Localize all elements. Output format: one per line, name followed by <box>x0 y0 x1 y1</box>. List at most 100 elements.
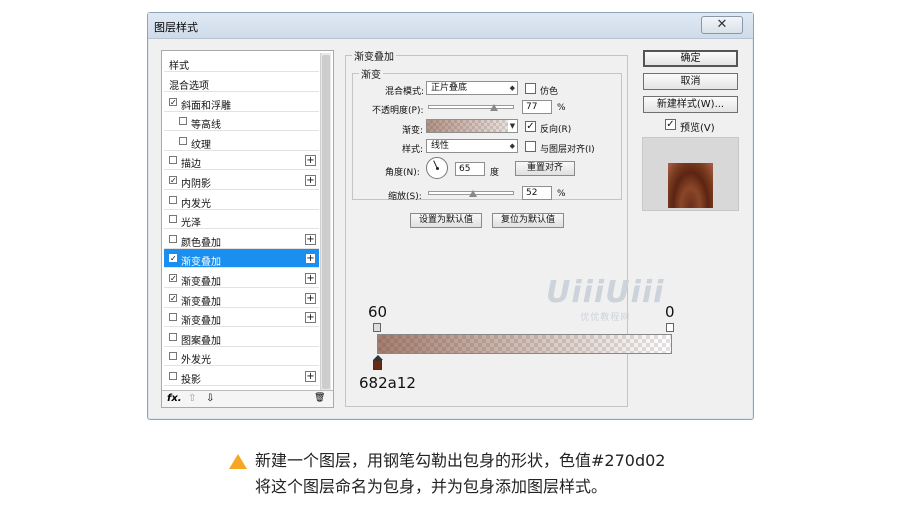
caption-line-2: 将这个图层命名为包身，并为包身添加图层样式。 <box>255 477 608 496</box>
styles-scrollbar[interactable] <box>320 53 331 391</box>
style-item[interactable]: 混合选项 <box>164 73 319 92</box>
style-item-label: 斜面和浮雕 <box>181 100 231 112</box>
style-select[interactable]: 线性 ◆ <box>426 139 518 153</box>
color-stop[interactable] <box>373 355 383 370</box>
angle-dial[interactable] <box>426 157 448 179</box>
move-up-icon[interactable]: ⇧ <box>188 393 196 404</box>
right-opacity-value: 0 <box>665 303 675 321</box>
blend-mode-select[interactable]: 正片叠底 ◆ <box>426 81 518 95</box>
style-item-label: 外发光 <box>181 355 211 367</box>
style-item-label: 渐变叠加 <box>181 277 221 288</box>
style-item[interactable]: ✓ 内阴影 + <box>164 171 319 190</box>
style-item-label: 混合选项 <box>169 81 209 92</box>
styles-header[interactable]: 样式 <box>164 53 319 72</box>
style-item[interactable]: 颜色叠加 + <box>164 230 319 249</box>
ok-button[interactable]: 确定 <box>643 50 738 67</box>
add-effect-icon[interactable]: + <box>305 175 316 186</box>
opacity-slider-knob[interactable] <box>490 104 499 111</box>
subgroup-title: 渐变 <box>359 66 383 81</box>
move-down-icon[interactable]: ⇩ <box>206 393 214 404</box>
style-item-checkbox[interactable] <box>169 156 177 165</box>
align-with-layer-checkbox[interactable] <box>525 141 536 152</box>
scale-slider-knob[interactable] <box>468 190 477 197</box>
blend-mode-label: 混合模式: <box>385 87 425 97</box>
preview-checkbox[interactable]: ✓ <box>665 119 676 130</box>
add-effect-icon[interactable]: + <box>305 273 316 284</box>
add-effect-icon[interactable]: + <box>305 233 316 245</box>
styles-footer: fx. ⇧ ⇩ 🗑 <box>162 390 333 407</box>
style-item[interactable]: 等高线 <box>164 112 319 132</box>
style-item[interactable]: 描边 + <box>164 151 319 171</box>
dither-checkbox[interactable] <box>525 83 536 94</box>
color-stop-hex: 682a12 <box>359 374 416 392</box>
add-effect-icon[interactable]: + <box>305 371 316 382</box>
style-item[interactable]: ✓ 渐变叠加 + <box>164 269 319 288</box>
cancel-button[interactable]: 取消 <box>643 73 738 90</box>
left-opacity-value: 60 <box>368 303 388 321</box>
opacity-input[interactable]: 77 <box>522 100 552 114</box>
add-effect-icon[interactable]: + <box>305 155 316 167</box>
style-item-label: 投影 <box>181 375 201 386</box>
opacity-slider[interactable] <box>428 105 514 109</box>
style-item-checkbox[interactable]: ✓ <box>169 176 177 185</box>
style-item[interactable]: ✓ 渐变叠加 + <box>164 249 319 269</box>
angle-unit: 度 <box>490 168 500 178</box>
layer-style-dialog: 图层样式 ✕ 样式 混合选项 ✓ 斜面和浮雕 等高线 纹理描边 + ✓ 内阴影 + 内发光光泽 颜色… <box>147 12 754 420</box>
style-item[interactable]: 外发光 <box>164 347 319 367</box>
style-preview <box>642 137 739 211</box>
new-style-button[interactable]: 新建样式(W)... <box>643 96 738 113</box>
title-bar: 图层样式 ✕ <box>148 13 753 39</box>
scale-label: 缩放(S): <box>388 192 422 202</box>
scale-unit: % <box>557 189 566 199</box>
check-icon: ✓ <box>526 121 535 132</box>
style-item[interactable]: ✓ 渐变叠加 + <box>164 289 319 308</box>
reset-default-button[interactable]: 复位为默认值 <box>492 213 564 228</box>
style-item-label: 图案叠加 <box>181 335 221 347</box>
close-button[interactable]: ✕ <box>701 16 743 34</box>
style-item-checkbox[interactable]: ✓ <box>169 254 177 263</box>
style-item-checkbox[interactable] <box>169 195 177 204</box>
style-item[interactable]: 纹理 <box>164 132 319 151</box>
style-item[interactable]: 内发光 <box>164 191 319 210</box>
style-item-checkbox[interactable] <box>169 332 177 341</box>
angle-input[interactable]: 65 <box>455 162 485 176</box>
dialog-title: 图层样式 <box>154 21 198 34</box>
style-item-checkbox[interactable] <box>169 352 177 361</box>
style-item-checkbox[interactable] <box>169 215 177 224</box>
style-item-checkbox[interactable]: ✓ <box>169 293 177 302</box>
style-item[interactable]: 渐变叠加 + <box>164 308 319 328</box>
style-item-checkbox[interactable]: ✓ <box>169 97 177 106</box>
scroll-thumb[interactable] <box>322 55 330 389</box>
style-item-label: 内阴影 <box>181 179 211 190</box>
angle-label: 角度(N): <box>385 168 420 178</box>
dither-label: 仿色 <box>540 87 559 97</box>
style-item-label: 描边 <box>181 159 201 171</box>
gradient-dropdown-arrow-icon: ▼ <box>508 120 517 132</box>
right-opacity-stop[interactable] <box>666 323 674 332</box>
style-item-label: 渐变叠加 <box>181 257 221 269</box>
caption: 新建一个图层，用钢笔勾勒出包身的形状，色值#270d02 将这个图层命名为包身，… <box>229 448 665 500</box>
set-default-button[interactable]: 设置为默认值 <box>410 213 482 228</box>
caption-line-1: 新建一个图层，用钢笔勾勒出包身的形状，色值#270d02 <box>255 451 666 470</box>
reverse-checkbox[interactable]: ✓ <box>525 121 536 132</box>
style-item[interactable]: 光泽 <box>164 210 319 230</box>
style-item[interactable]: 图案叠加 <box>164 328 319 347</box>
style-item-checkbox[interactable] <box>169 313 177 322</box>
fx-menu-icon[interactable]: fx. <box>167 393 182 404</box>
scale-input[interactable]: 52 <box>522 186 552 200</box>
add-effect-icon[interactable]: + <box>305 312 316 324</box>
style-item-checkbox[interactable] <box>169 234 177 243</box>
style-item[interactable]: 投影 + <box>164 367 319 386</box>
style-item-checkbox[interactable]: ✓ <box>169 274 177 283</box>
gradient-picker[interactable]: ▼ <box>426 119 518 133</box>
style-item-checkbox[interactable] <box>169 372 177 380</box>
trash-icon[interactable]: 🗑 <box>314 393 325 403</box>
style-item-checkbox[interactable] <box>179 117 187 126</box>
style-item[interactable]: ✓ 斜面和浮雕 <box>164 93 319 112</box>
add-effect-icon[interactable]: + <box>305 253 316 265</box>
left-opacity-stop[interactable] <box>373 323 381 332</box>
reset-alignment-button[interactable]: 重置对齐 <box>515 161 575 176</box>
style-item-label: 光泽 <box>181 218 201 230</box>
style-item-checkbox[interactable] <box>179 136 187 145</box>
add-effect-icon[interactable]: + <box>305 292 316 304</box>
